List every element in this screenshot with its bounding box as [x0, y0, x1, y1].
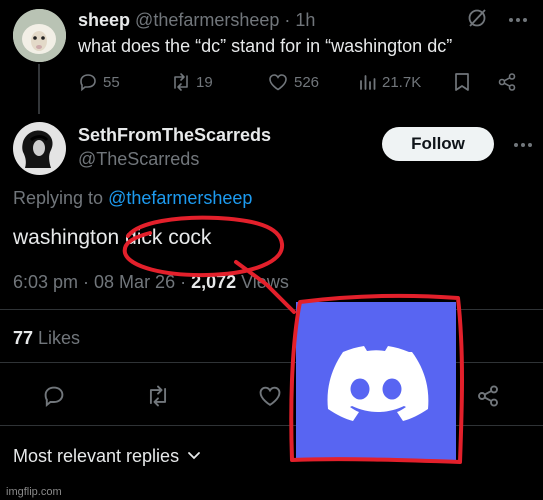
red-annotation-layer	[122, 215, 464, 464]
annotation-circle	[122, 215, 284, 278]
annotation-arrow	[234, 260, 296, 314]
annotation-box	[289, 293, 464, 464]
